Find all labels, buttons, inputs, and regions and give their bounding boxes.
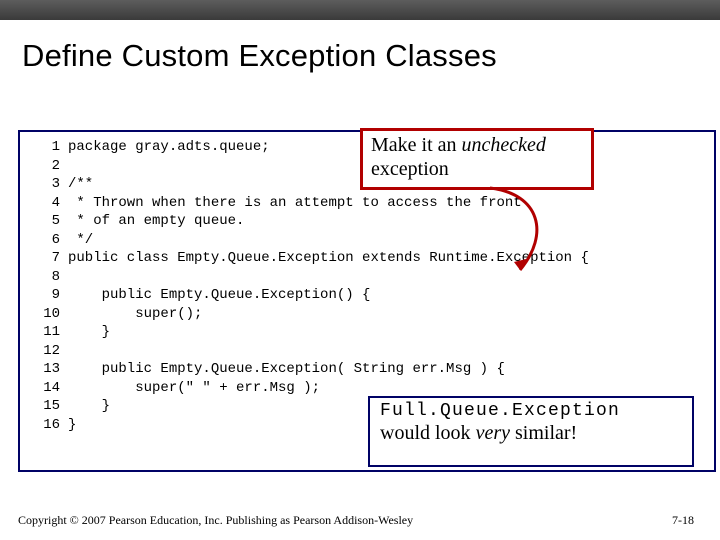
code-line: super(" " + err.Msg ); xyxy=(68,380,320,396)
page-number: 7-18 xyxy=(672,513,694,528)
code-line: public Empty.Queue.Exception( String err… xyxy=(68,361,505,377)
line-number: 4 xyxy=(28,194,60,213)
line-number: 8 xyxy=(28,268,60,287)
line-number: 12 xyxy=(28,342,60,361)
copyright-text: Copyright © 2007 Pearson Education, Inc.… xyxy=(18,513,413,528)
slide-title: Define Custom Exception Classes xyxy=(22,38,497,74)
code-line: * Thrown when there is an attempt to acc… xyxy=(68,195,522,211)
code-line: super(); xyxy=(68,306,202,322)
line-number: 5 xyxy=(28,212,60,231)
code-line: package gray.adts.queue; xyxy=(68,139,270,155)
line-number: 10 xyxy=(28,305,60,324)
line-number: 16 xyxy=(28,416,60,435)
callout-text-part: would look xyxy=(380,422,476,444)
code-line: */ xyxy=(68,232,93,248)
code-line: } xyxy=(68,398,110,414)
line-number: 2 xyxy=(28,157,60,176)
code-line: } xyxy=(68,324,110,340)
callout-classname: Full.Queue.Exception xyxy=(380,401,620,421)
line-number: 14 xyxy=(28,379,60,398)
callout-emph: very xyxy=(476,422,510,444)
line-number: 6 xyxy=(28,231,60,250)
code-line: /** xyxy=(68,176,93,192)
line-number: 13 xyxy=(28,360,60,379)
arrow-icon xyxy=(470,184,560,284)
code-line: * of an empty queue. xyxy=(68,213,244,229)
code-line: public Empty.Queue.Exception() { xyxy=(68,287,370,303)
line-number: 3 xyxy=(28,175,60,194)
code-line: } xyxy=(68,417,76,433)
callout-emph: unchecked xyxy=(462,134,546,156)
callout-full-queue-exception: Full.Queue.Exception would look very sim… xyxy=(368,396,694,467)
callout-text: Make it an xyxy=(371,134,462,156)
line-number: 7 xyxy=(28,249,60,268)
slide-top-bar xyxy=(0,0,720,20)
callout-text: exception xyxy=(371,158,449,180)
callout-unchecked-exception: Make it an unchecked exception xyxy=(360,128,594,190)
callout-text: would look very similar! xyxy=(380,422,577,444)
line-number: 11 xyxy=(28,323,60,342)
line-number: 15 xyxy=(28,397,60,416)
line-number: 9 xyxy=(28,286,60,305)
callout-text-part: similar! xyxy=(510,422,577,444)
line-number: 1 xyxy=(28,138,60,157)
